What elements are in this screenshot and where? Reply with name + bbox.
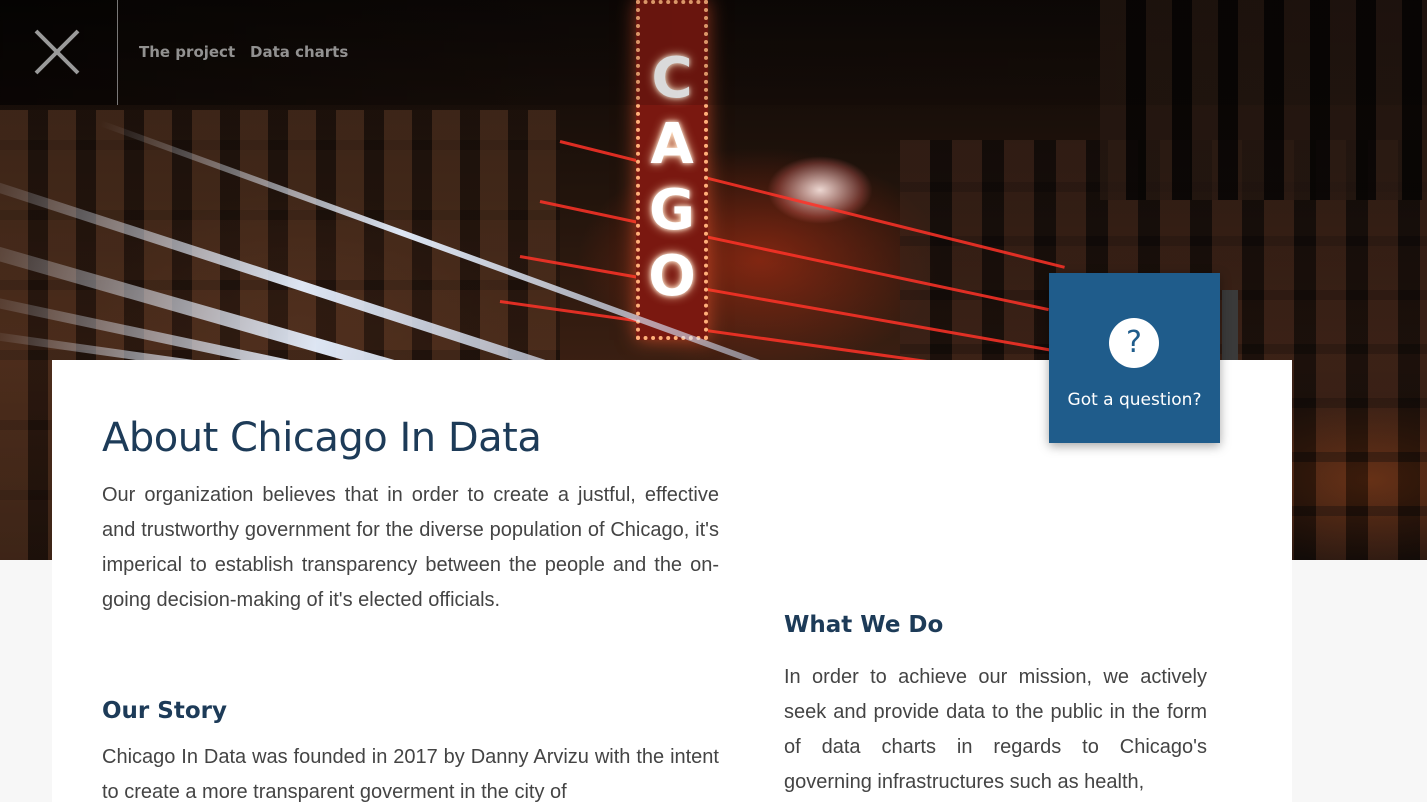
sign-letter: A bbox=[650, 112, 694, 177]
intro-paragraph: Our organization believes that in order … bbox=[102, 484, 719, 611]
sign-letter: G bbox=[649, 178, 695, 243]
our-story-heading: Our Story bbox=[102, 698, 227, 724]
what-we-do-heading: What We Do bbox=[784, 612, 944, 638]
our-story-paragraph: Chicago In Data was founded in 2017 by D… bbox=[102, 746, 719, 802]
help-label: Got a question? bbox=[1067, 390, 1202, 410]
nav-link-the-project[interactable]: The project bbox=[139, 43, 235, 61]
close-menu-button[interactable] bbox=[0, 0, 118, 105]
close-x-icon bbox=[34, 29, 80, 75]
question-mark-icon: ? bbox=[1109, 318, 1159, 368]
nav-link-data-charts[interactable]: Data charts bbox=[250, 43, 348, 61]
sign-letter: O bbox=[648, 244, 696, 309]
what-we-do-paragraph: In order to achieve our mission, we acti… bbox=[784, 666, 1207, 793]
page-title: About Chicago In Data bbox=[102, 415, 542, 461]
top-nav: The project Data charts bbox=[0, 0, 1427, 105]
vertical-sign bbox=[1222, 290, 1238, 360]
right-column: What We Do In order to achieve our missi… bbox=[784, 612, 1207, 800]
got-a-question-button[interactable]: ? Got a question? bbox=[1049, 273, 1220, 443]
left-column: About Chicago In Data Our organization b… bbox=[102, 414, 719, 802]
